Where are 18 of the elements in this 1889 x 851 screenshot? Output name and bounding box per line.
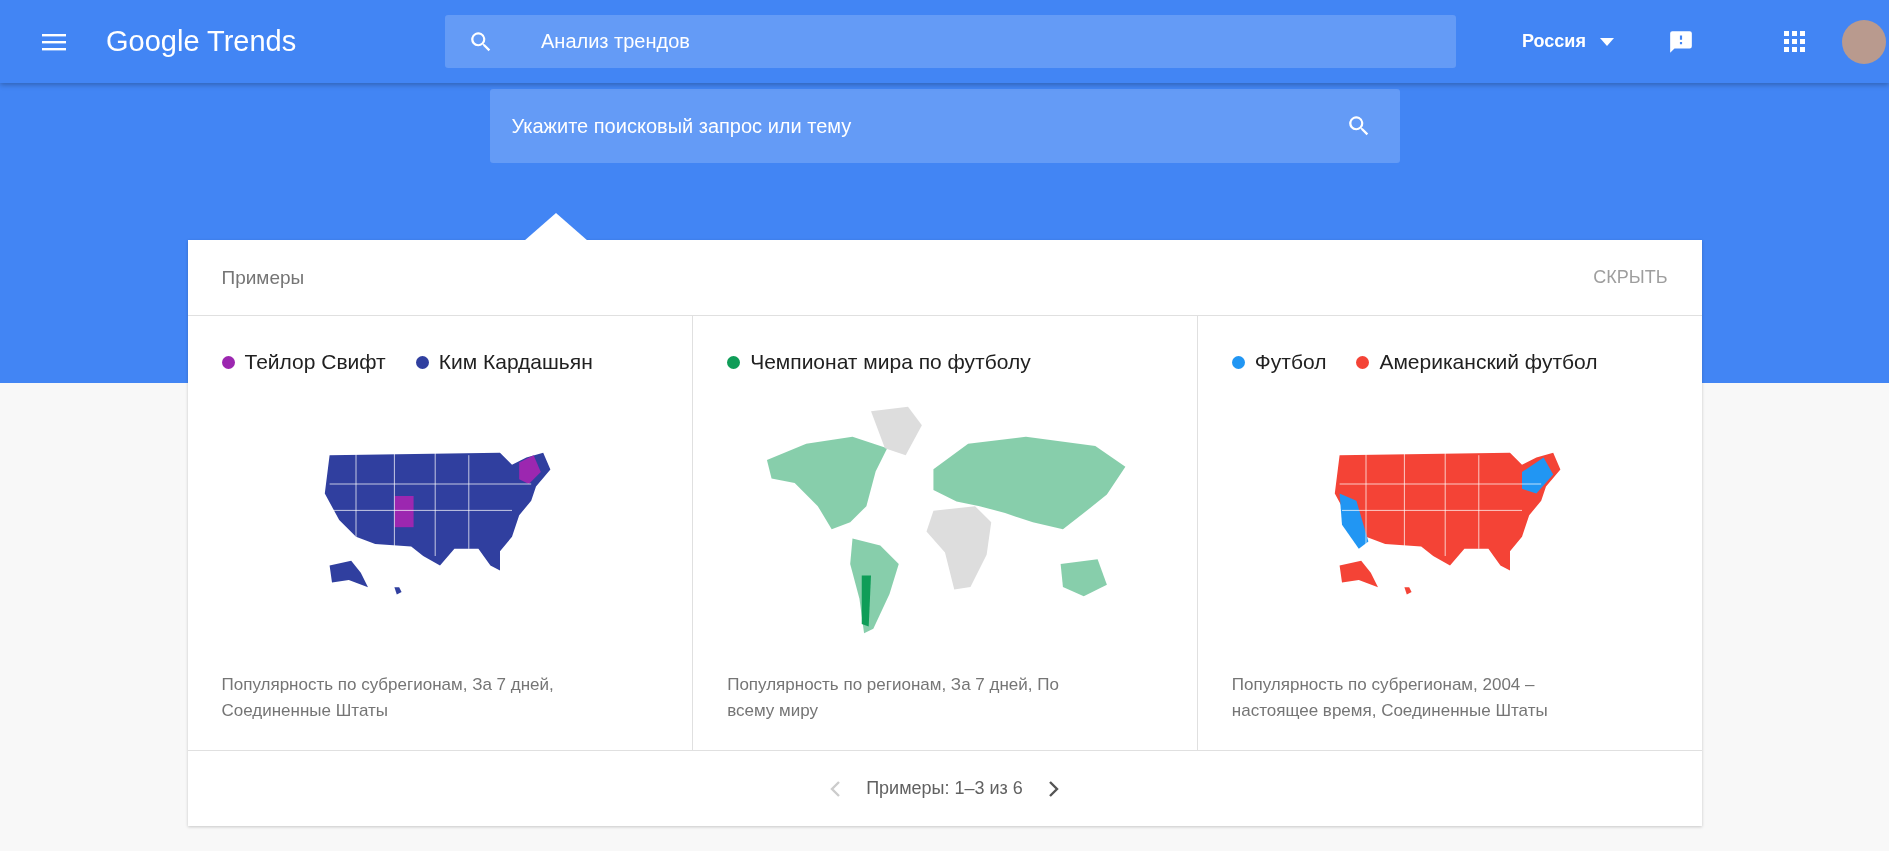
legend-label[interactable]: Чемпионат мира по футболу xyxy=(750,350,1031,374)
examples-title: Примеры xyxy=(221,266,305,289)
apps-icon[interactable] xyxy=(1783,30,1806,53)
map-caption: Популярность по субрегионам, 2004 – настоящее время, Соединенные Штаты xyxy=(1231,674,1549,722)
legend-label[interactable]: Тейлор Свифт xyxy=(244,350,386,374)
caret-icon xyxy=(1599,37,1614,46)
feedback-icon[interactable] xyxy=(1667,28,1694,55)
menu-icon[interactable] xyxy=(42,32,66,51)
logo[interactable]: Google Trends xyxy=(106,25,445,58)
map-caption: Популярность по субрегионам, За 7 дней, Соединенные Штаты xyxy=(221,674,555,722)
legend-label[interactable]: Футбол xyxy=(1254,350,1327,374)
chevron-right-icon xyxy=(1048,780,1059,797)
legend-label[interactable]: Американский футбол xyxy=(1379,350,1598,374)
legend-label[interactable]: Ким Кардашьян xyxy=(438,350,593,374)
pagination-label: Примеры: 1–3 из 6 xyxy=(866,778,1023,799)
map-caption: Популярность по регионам, За 7 дней, По всему миру xyxy=(727,674,1060,722)
chevron-left-icon xyxy=(830,780,841,797)
region-dropdown[interactable]: Россия xyxy=(1516,30,1620,53)
